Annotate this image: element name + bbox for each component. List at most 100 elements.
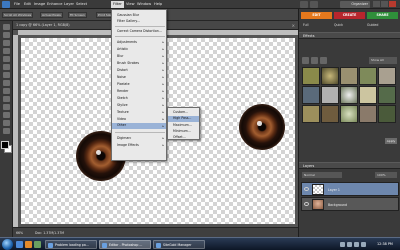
organizer-button[interactable]: Organizer <box>340 1 370 8</box>
zoom-tool-icon[interactable] <box>3 32 10 38</box>
layers-panel-header[interactable]: Layers <box>299 162 400 169</box>
tray-icon[interactable] <box>354 242 359 247</box>
menu-view[interactable]: View <box>126 2 135 6</box>
menu-image[interactable]: Image <box>34 2 45 6</box>
menu-filter[interactable]: Filter <box>111 1 124 8</box>
subtab-full[interactable]: Full <box>303 22 308 29</box>
layer-row-layer-1[interactable]: Layer 1 <box>301 182 399 196</box>
actual-pixels-button[interactable]: Actual Pixels <box>40 12 63 18</box>
task-browser[interactable]: Problem loading pa... <box>45 240 97 249</box>
hand-tool-icon[interactable] <box>3 40 10 46</box>
red-eye-tool-icon[interactable] <box>3 96 10 102</box>
undo-icon[interactable] <box>300 1 308 8</box>
maximize-icon[interactable] <box>381 1 388 7</box>
effect-thumbnail[interactable] <box>302 105 320 123</box>
layer-visibility-eye-icon[interactable] <box>304 202 309 206</box>
effect-thumbnail[interactable] <box>321 67 339 85</box>
tab-create[interactable]: CREATE <box>334 12 365 19</box>
foreground-color-swatch[interactable] <box>1 141 9 149</box>
effect-thumbnail[interactable] <box>302 67 320 85</box>
filters-category-icon[interactable] <box>302 57 309 64</box>
other-maximum[interactable]: Maximum... <box>173 123 192 127</box>
task-photoshop-editor[interactable]: Editor - Photoshop ... <box>99 240 151 249</box>
subtab-quick[interactable]: Quick <box>334 22 343 29</box>
brush-tool-icon[interactable] <box>3 128 10 134</box>
healing-brush-tool-icon[interactable] <box>3 104 10 110</box>
filter-correct-camera-distortion[interactable]: Correct Camera Distortion... <box>117 29 162 33</box>
close-icon[interactable] <box>389 1 396 7</box>
lasso-tool-icon[interactable] <box>3 64 10 70</box>
tray-volume-icon[interactable] <box>347 242 352 247</box>
effect-thumbnail[interactable] <box>359 86 377 104</box>
filter-brush-strokes[interactable]: Brush Strokes <box>117 61 139 65</box>
effect-thumbnail[interactable] <box>378 105 396 123</box>
effect-thumbnail[interactable] <box>321 105 339 123</box>
filter-render[interactable]: Render <box>117 89 128 93</box>
filter-gaussian-blur[interactable]: Gaussian Blur <box>117 13 139 17</box>
menu-file[interactable]: File <box>14 2 20 6</box>
menu-help[interactable]: Help <box>154 2 162 6</box>
filter-image-effects[interactable]: Image Effects <box>117 143 139 147</box>
eyedropper-tool-icon[interactable] <box>3 48 10 54</box>
blend-mode-select[interactable]: Normal <box>302 172 342 178</box>
minimize-icon[interactable] <box>373 1 380 7</box>
other-high-pass[interactable]: High Pass... <box>168 116 199 122</box>
filter-gallery[interactable]: Filter Gallery... <box>117 19 140 23</box>
filter-adjustments[interactable]: Adjustments <box>117 40 137 44</box>
menu-edit[interactable]: Edit <box>24 2 31 6</box>
menu-select[interactable]: Select <box>76 2 87 6</box>
filter-digimarc[interactable]: Digimarc <box>117 136 131 140</box>
effect-thumbnail[interactable] <box>340 67 358 85</box>
effect-thumbnail[interactable] <box>378 86 396 104</box>
effect-thumbnail[interactable] <box>359 105 377 123</box>
layer-row-background[interactable]: Background <box>301 197 399 211</box>
other-minimum[interactable]: Minimum... <box>173 129 191 133</box>
effect-thumbnail[interactable] <box>378 67 396 85</box>
menu-window[interactable]: Window <box>137 2 151 6</box>
apply-button[interactable]: Apply <box>385 138 397 144</box>
filter-artistic[interactable]: Artistic <box>117 47 128 51</box>
subtab-guided[interactable]: Guided <box>367 22 378 29</box>
opacity-field[interactable]: 100% <box>375 172 397 178</box>
effect-thumbnail[interactable] <box>340 86 358 104</box>
effect-thumbnail[interactable] <box>302 86 320 104</box>
filter-distort[interactable]: Distort <box>117 68 128 72</box>
layer-visibility-eye-icon[interactable] <box>304 187 309 191</box>
clone-stamp-tool-icon[interactable] <box>3 112 10 118</box>
effect-thumbnail[interactable] <box>340 105 358 123</box>
text-tool-icon[interactable] <box>3 80 10 86</box>
filter-texture[interactable]: Texture <box>117 110 129 114</box>
fit-screen-button[interactable]: Fit Screen <box>68 12 87 18</box>
menu-enhance[interactable]: Enhance <box>47 2 63 6</box>
tab-edit[interactable]: EDIT <box>301 12 332 19</box>
tray-icon[interactable] <box>361 242 366 247</box>
effects-panel-header[interactable]: Effects <box>299 32 400 39</box>
magic-wand-tool-icon[interactable] <box>3 72 10 78</box>
tab-share[interactable]: SHARE <box>367 12 398 19</box>
filter-blur[interactable]: Blur <box>117 54 123 58</box>
photo-effects-icon[interactable] <box>320 57 327 64</box>
task-sitegold-manager[interactable]: SiteGold Manager <box>153 240 205 249</box>
filter-sketch[interactable]: Sketch <box>117 96 128 100</box>
menu-layer[interactable]: Layer <box>64 2 74 6</box>
start-button-icon[interactable] <box>2 239 13 250</box>
filter-other[interactable]: Other <box>112 123 166 129</box>
other-custom[interactable]: Custom... <box>173 110 188 114</box>
crop-tool-icon[interactable] <box>3 88 10 94</box>
filter-pixelate[interactable]: Pixelate <box>117 82 130 86</box>
firefox-icon[interactable] <box>25 241 32 248</box>
scroll-all-windows-button[interactable]: Scroll All Windows <box>2 12 34 18</box>
system-clock[interactable]: 12:38 PM <box>377 242 393 246</box>
redo-icon[interactable] <box>310 1 318 8</box>
other-offset[interactable]: Offset... <box>173 135 186 139</box>
tray-network-icon[interactable] <box>340 242 345 247</box>
close-document-icon[interactable]: × <box>292 23 295 28</box>
zoom-level[interactable]: 66% <box>16 231 23 235</box>
effects-filter-select[interactable]: Show All <box>369 57 397 64</box>
filter-video[interactable]: Video <box>117 117 126 121</box>
eraser-tool-icon[interactable] <box>3 120 10 126</box>
effect-thumbnail[interactable] <box>321 86 339 104</box>
marquee-tool-icon[interactable] <box>3 56 10 62</box>
layer-styles-icon[interactable] <box>311 57 318 64</box>
effect-thumbnail[interactable] <box>359 67 377 85</box>
